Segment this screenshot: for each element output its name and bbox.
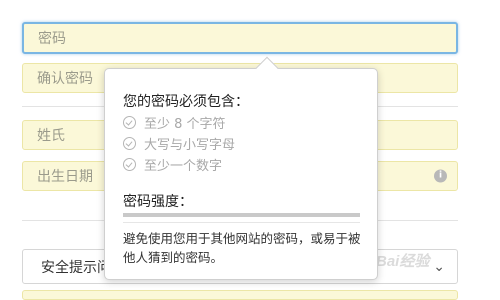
password-field[interactable]: 密码 [22,22,458,54]
check-circle-icon [123,158,136,171]
popover-divider [123,222,360,223]
requirement-item: 至少 8 个字符 [123,113,226,132]
info-icon[interactable]: i [434,169,447,183]
popover-title: 您的密码必须包含： [123,94,249,110]
password-hint: 避免使用您用于其他网站的密码，或易于被他人猜到的密码。 [123,231,361,265]
watermark-text: Bai经验 [376,252,430,270]
strength-meter [123,213,360,217]
check-circle-icon [123,116,136,129]
password-placeholder: 密码 [38,31,66,47]
confirm-password-placeholder: 确认密码 [37,71,93,87]
birthdate-placeholder: 出生日期 [37,169,93,185]
password-requirements-popover: 您的密码必须包含： 至少 8 个字符 大写与小写字母 至少一个数字 密码强度： … [104,56,378,280]
requirement-item: 至少一个数字 [123,155,222,174]
requirement-item: 大写与小写字母 [123,134,235,153]
requirement-text: 大写与小写字母 [144,138,236,153]
requirement-text: 至少 8 个字符 [144,117,226,132]
lastname-placeholder: 姓氏 [37,128,65,144]
security-answer-field[interactable] [22,290,458,300]
watermark-logo: Bai经验 [376,244,466,276]
popover-arrow [255,56,279,80]
check-circle-icon [123,137,136,150]
strength-label: 密码强度： [123,194,193,210]
requirement-text: 至少一个数字 [144,159,223,174]
